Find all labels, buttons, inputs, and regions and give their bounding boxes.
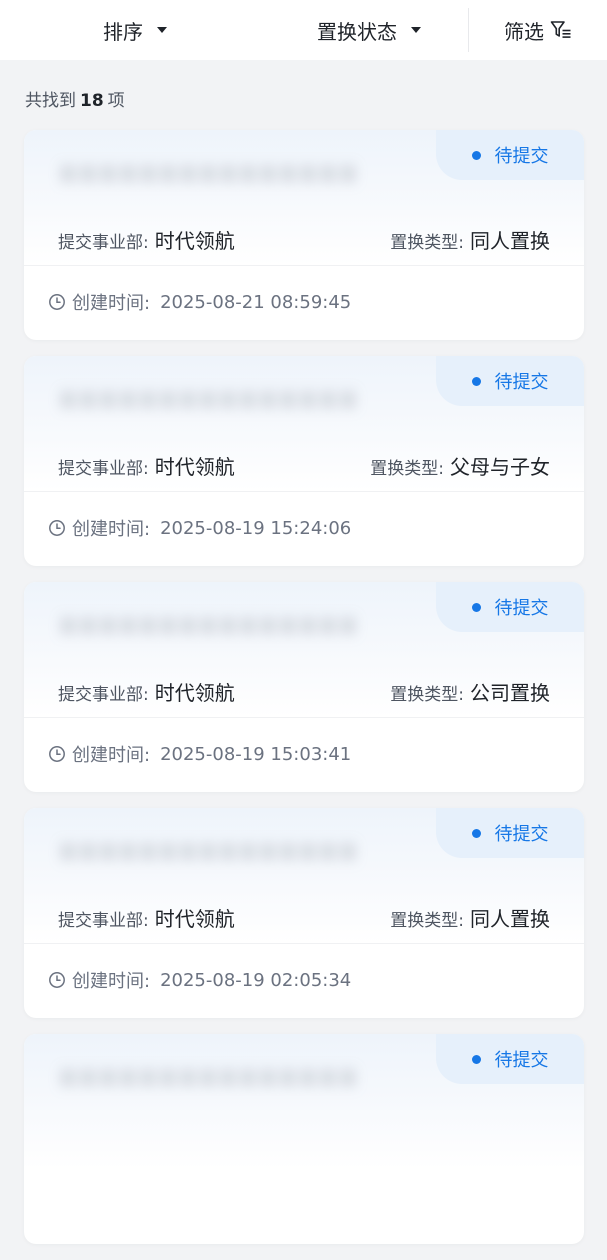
list-item-card[interactable]: ＸＸＸＸＸＸＸＸＸＸＸＸＸＸＸ 待提交 提交事业部: 时代领航 置换类型: 同人… [24,808,584,1018]
department-label: 提交事业部: [58,232,149,253]
department-field: 提交事业部: 时代领航 [58,451,235,480]
status-badge: 待提交 [436,808,584,858]
type-value: 同人置换 [470,228,550,253]
created-time-row: 创建时间: 2025-08-19 15:24:06 [48,514,351,542]
status-badge: 待提交 [436,130,584,180]
filter-button[interactable]: 筛选 [469,0,607,60]
result-count-suffix: 项 [107,91,125,111]
clock-icon [48,519,66,537]
status-text: 待提交 [494,146,549,167]
status-badge: 待提交 [436,1034,584,1084]
sort-label: 排序 [103,19,143,44]
created-label: 创建时间: [72,971,151,992]
clock-icon [48,745,66,763]
status-badge: 待提交 [436,356,584,406]
status-text: 待提交 [494,1050,549,1071]
card-title: ＸＸＸＸＸＸＸＸＸＸＸＸＸＸＸ [58,162,358,184]
status-dot-icon [471,828,481,838]
type-field: 置换类型: 公司置换 [390,677,550,706]
card-divider [24,943,584,944]
caret-down-icon [157,27,167,33]
type-field: 置换类型: 父母与子女 [370,451,550,480]
type-label: 置换类型: [390,232,464,253]
status-dot-icon [471,150,481,160]
department-label: 提交事业部: [58,458,149,479]
card-fields: 提交事业部: 时代领航 置换类型: 公司置换 [58,675,550,707]
created-time-row: 创建时间: 2025-08-19 02:05:34 [48,966,351,994]
list-item-card[interactable]: ＸＸＸＸＸＸＸＸＸＸＸＸＸＸＸ 待提交 [24,1034,584,1244]
filter-icon [550,20,572,40]
result-count-prefix: 共找到 [25,91,76,111]
type-label: 置换类型: [370,458,444,479]
department-value: 时代领航 [154,454,235,479]
clock-icon [48,293,66,311]
result-list: ＸＸＸＸＸＸＸＸＸＸＸＸＸＸＸ 待提交 提交事业部: 时代领航 置换类型: 同人… [24,130,584,1260]
status-label: 置换状态 [317,19,397,44]
result-count: 共找到 18 项 [25,86,125,111]
list-item-card[interactable]: ＸＸＸＸＸＸＸＸＸＸＸＸＸＸＸ 待提交 提交事业部: 时代领航 置换类型: 公司… [24,582,584,792]
sort-dropdown[interactable]: 排序 [0,0,270,60]
result-count-number: 18 [80,91,104,111]
created-value: 2025-08-19 15:24:06 [160,517,352,539]
department-value: 时代领航 [154,680,235,705]
card-divider [24,491,584,492]
type-field: 置换类型: 同人置换 [390,225,550,254]
status-text: 待提交 [494,598,549,619]
list-item-card[interactable]: ＸＸＸＸＸＸＸＸＸＸＸＸＸＸＸ 待提交 提交事业部: 时代领航 置换类型: 父母… [24,356,584,566]
type-label: 置换类型: [390,910,464,931]
type-value: 同人置换 [470,906,550,931]
created-label: 创建时间: [72,519,151,540]
created-time-row: 创建时间: 2025-08-19 15:03:41 [48,740,351,768]
status-text: 待提交 [494,372,549,393]
status-badge: 待提交 [436,582,584,632]
status-dot-icon [471,376,481,386]
caret-down-icon [411,27,421,33]
department-value: 时代领航 [154,906,235,931]
card-title: ＸＸＸＸＸＸＸＸＸＸＸＸＸＸＸ [58,840,358,862]
department-label: 提交事业部: [58,684,149,705]
type-value: 父母与子女 [450,454,550,479]
card-divider [24,265,584,266]
card-divider [24,717,584,718]
created-label: 创建时间: [72,745,151,766]
card-fields: 提交事业部: 时代领航 置换类型: 父母与子女 [58,449,550,481]
card-title: ＸＸＸＸＸＸＸＸＸＸＸＸＸＸＸ [58,614,358,636]
created-label: 创建时间: [72,293,151,314]
card-fields: 提交事业部: 时代领航 置换类型: 同人置换 [58,223,550,255]
department-label: 提交事业部: [58,910,149,931]
created-value: 2025-08-19 02:05:34 [160,969,352,991]
clock-icon [48,971,66,989]
type-label: 置换类型: [390,684,464,705]
created-value: 2025-08-21 08:59:45 [160,291,352,313]
card-title: ＸＸＸＸＸＸＸＸＸＸＸＸＸＸＸ [58,1066,358,1088]
department-field: 提交事业部: 时代领航 [58,677,235,706]
type-field: 置换类型: 同人置换 [390,903,550,932]
status-dot-icon [471,602,481,612]
filter-label: 筛选 [504,19,544,44]
department-value: 时代领航 [154,228,235,253]
status-text: 待提交 [494,824,549,845]
department-field: 提交事业部: 时代领航 [58,903,235,932]
list-item-card[interactable]: ＸＸＸＸＸＸＸＸＸＸＸＸＸＸＸ 待提交 提交事业部: 时代领航 置换类型: 同人… [24,130,584,340]
type-value: 公司置换 [470,680,550,705]
created-time-row: 创建时间: 2025-08-21 08:59:45 [48,288,351,316]
status-dropdown[interactable]: 置换状态 [270,0,468,60]
card-fields: 提交事业部: 时代领航 置换类型: 同人置换 [58,901,550,933]
card-title: ＸＸＸＸＸＸＸＸＸＸＸＸＸＸＸ [58,388,358,410]
department-field: 提交事业部: 时代领航 [58,225,235,254]
top-filter-bar: 排序 置换状态 筛选 [0,0,607,60]
created-value: 2025-08-19 15:03:41 [160,743,352,765]
status-dot-icon [471,1054,481,1064]
